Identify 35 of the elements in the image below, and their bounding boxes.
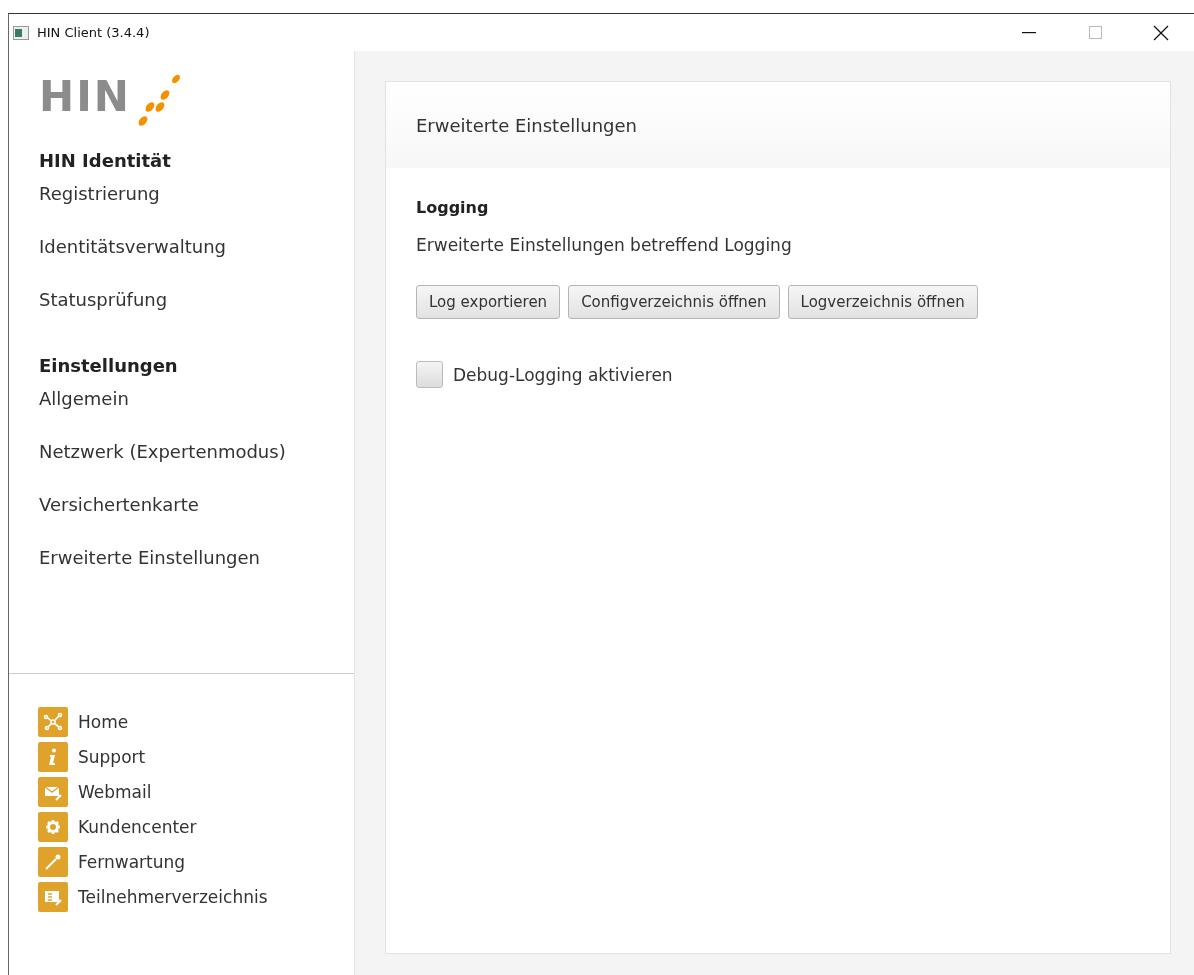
- card-title: Erweiterte Einstellungen: [416, 114, 637, 136]
- sidebar-link[interactable]: Fernwartung: [38, 846, 354, 877]
- sidebar-link[interactable]: Support: [38, 741, 354, 772]
- close-icon: [1153, 24, 1169, 41]
- nav-item[interactable]: Identitätsverwaltung: [39, 230, 354, 283]
- envelope-icon: [38, 776, 68, 807]
- gear-icon: [38, 811, 68, 842]
- nav-item[interactable]: Statusprüfung: [39, 283, 354, 336]
- nav-item[interactable]: Netzwerk (Expertenmodus): [39, 435, 354, 488]
- wrench-icon: [38, 846, 68, 877]
- maximize-icon: [1088, 26, 1102, 39]
- window-title: HIN Client (3.4.4): [37, 25, 150, 40]
- nav-item[interactable]: Allgemein: [39, 382, 354, 435]
- minimize-icon: [1022, 31, 1036, 34]
- info-icon: [38, 741, 68, 772]
- action-button[interactable]: Logverzeichnis öffnen: [787, 285, 978, 319]
- section-title: Logging: [416, 198, 490, 217]
- section-heading: Einstellungen: [39, 354, 179, 378]
- section-heading: HIN Identität: [39, 149, 172, 173]
- checkbox[interactable]: [416, 361, 443, 388]
- sidebar-link[interactable]: Kundencenter: [38, 811, 354, 842]
- sidebar-link[interactable]: Teilnehmerverzeichnis: [38, 881, 354, 912]
- action-button[interactable]: Configverzeichnis öffnen: [568, 285, 780, 319]
- checkbox-label: Debug-Logging aktivieren: [453, 364, 673, 385]
- nav-item[interactable]: Registrierung: [39, 177, 354, 230]
- sidebar-link[interactable]: Home: [38, 706, 354, 737]
- app-icon: [13, 25, 29, 40]
- nav-item[interactable]: Erweiterte Einstellungen: [39, 541, 354, 594]
- action-button[interactable]: Log exportieren: [416, 285, 561, 319]
- network-icon: [38, 706, 68, 737]
- logo-text: HIN: [39, 75, 131, 119]
- section-description: Erweiterte Einstellungen betreffend Logging: [416, 235, 793, 255]
- sidebar-link[interactable]: Webmail: [38, 776, 354, 807]
- nav-item[interactable]: Versichertenkarte: [39, 488, 354, 541]
- directory-icon: [38, 881, 68, 912]
